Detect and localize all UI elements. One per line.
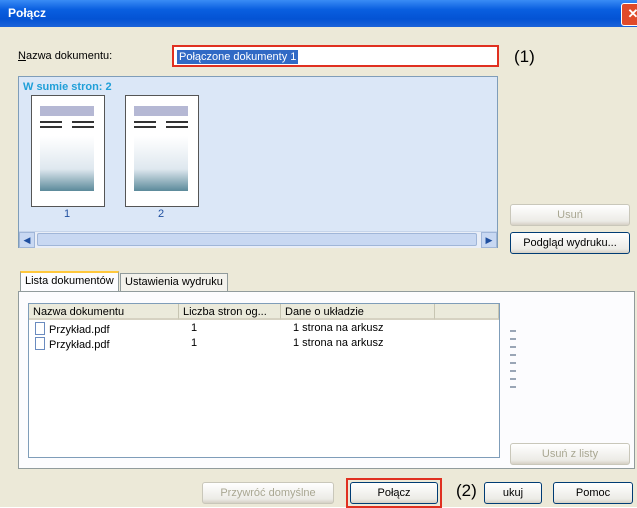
column-header-layout[interactable]: Dane o układzie bbox=[281, 304, 435, 320]
document-name-label: Nazwa dokumentu: bbox=[18, 50, 113, 62]
document-list[interactable]: Nazwa dokumentu Liczba stron og... Dane … bbox=[28, 303, 500, 458]
tab-print-settings[interactable]: Ustawienia wydruku bbox=[120, 273, 228, 291]
remove-from-list-button[interactable]: Usuń z listy bbox=[510, 443, 630, 465]
pdf-file-icon bbox=[35, 322, 45, 335]
callout-marker-2: (2) bbox=[456, 481, 477, 500]
document-name-value: Połączone dokumenty 1 bbox=[177, 50, 299, 64]
total-pages-label: W sumie stron: 2 bbox=[23, 81, 112, 93]
scroll-right-icon[interactable]: ▶ bbox=[481, 232, 497, 248]
callout-marker-1: (1) bbox=[514, 47, 535, 66]
scroll-left-icon[interactable]: ◀ bbox=[19, 232, 35, 248]
help-button[interactable]: Pomoc bbox=[553, 482, 633, 504]
delete-button[interactable]: Usuń bbox=[510, 204, 630, 226]
print-preview-button[interactable]: Podgląd wydruku... bbox=[510, 232, 630, 254]
order-controls bbox=[510, 330, 520, 410]
column-header-name[interactable]: Nazwa dokumentu bbox=[29, 304, 179, 320]
page-number-1: 1 bbox=[63, 208, 71, 220]
preview-scrollbar[interactable]: ◀ ▶ bbox=[19, 231, 497, 248]
title-bar: Połącz ✕ bbox=[0, 0, 637, 27]
page-thumbnail-2[interactable] bbox=[125, 95, 199, 207]
page-thumbnail-1[interactable] bbox=[31, 95, 105, 207]
combine-highlight bbox=[346, 478, 442, 508]
page-number-2: 2 bbox=[157, 208, 165, 220]
document-name-input[interactable]: Połączone dokumenty 1 bbox=[172, 45, 499, 67]
thumbnail-image bbox=[134, 136, 188, 191]
column-header-empty bbox=[435, 304, 499, 320]
tab-document-list[interactable]: Lista dokumentów bbox=[20, 271, 119, 291]
close-button[interactable]: ✕ bbox=[621, 3, 637, 26]
table-row[interactable]: Przykład.pdf 1 1 strona na arkusz bbox=[29, 322, 499, 336]
table-row[interactable]: Przykład.pdf 1 1 strona na arkusz bbox=[29, 337, 499, 351]
pdf-file-icon bbox=[35, 337, 45, 350]
print-button[interactable]: ukuj bbox=[484, 482, 542, 504]
combine-dialog: Połącz ✕ Nazwa dokumentu: Połączone doku… bbox=[0, 0, 637, 508]
column-header-pages[interactable]: Liczba stron og... bbox=[179, 304, 281, 320]
page-preview-area[interactable]: W sumie stron: 2 1 2 ◀ ▶ bbox=[18, 76, 498, 248]
window-title: Połącz bbox=[8, 6, 47, 20]
restore-defaults-button[interactable]: Przywróć domyślne bbox=[202, 482, 334, 504]
scroll-thumb[interactable] bbox=[37, 233, 477, 246]
thumbnail-image bbox=[40, 136, 94, 191]
